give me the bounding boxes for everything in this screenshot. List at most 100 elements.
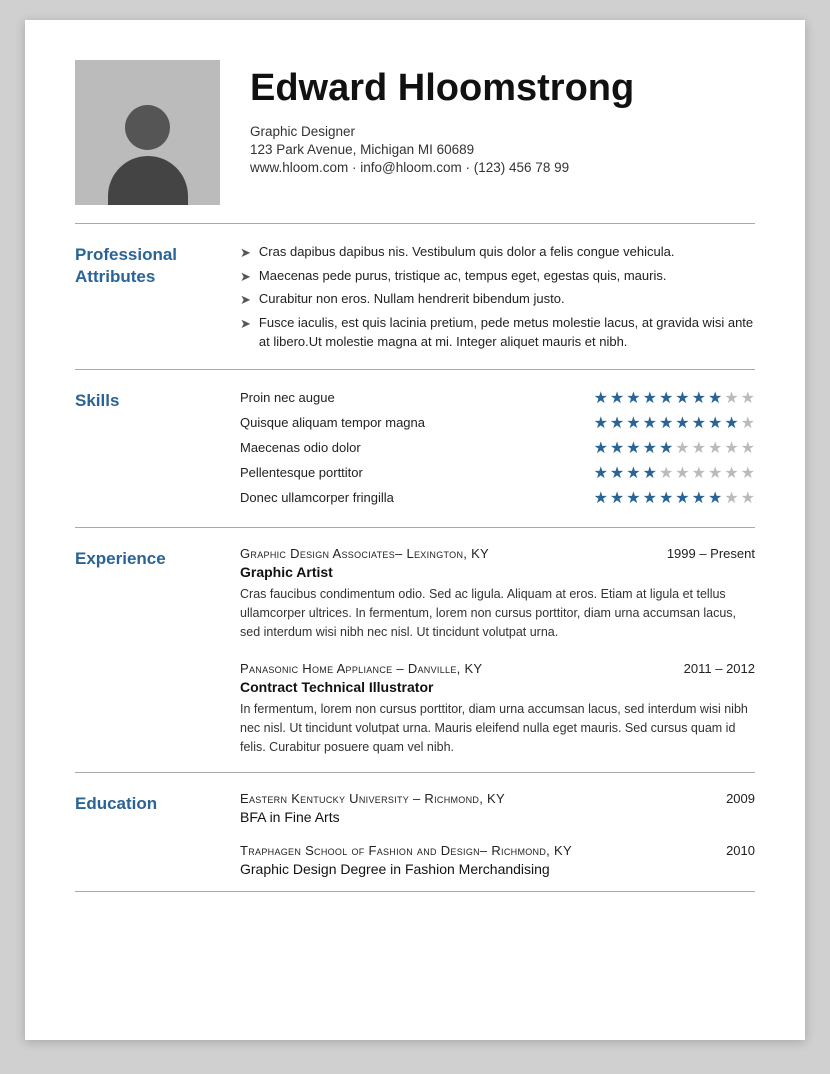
star-empty: ★: [692, 463, 706, 483]
experience-label: Experience: [75, 546, 240, 758]
full-name: Edward Hloomstrong: [250, 68, 755, 110]
star-filled: ★: [594, 438, 608, 458]
star-empty: ★: [741, 388, 755, 408]
star-filled: ★: [708, 413, 722, 433]
edu-degree: Graphic Design Degree in Fashion Merchan…: [240, 861, 755, 877]
attribute-item: ➤Fusce iaculis, est quis lacinia pretium…: [240, 313, 755, 352]
exp-dates: 1999 – Present: [667, 546, 755, 561]
education-entry: Traphagen School of Fashion and Design– …: [240, 843, 755, 877]
skill-row: Donec ullamcorper fringilla★★★★★★★★★★: [240, 488, 755, 508]
star-filled: ★: [643, 488, 657, 508]
star-filled: ★: [659, 413, 673, 433]
star-filled: ★: [594, 488, 608, 508]
star-empty: ★: [692, 438, 706, 458]
star-filled: ★: [643, 388, 657, 408]
arrow-icon: ➤: [240, 243, 251, 263]
professional-label: ProfessionalAttributes: [75, 242, 240, 355]
skill-stars: ★★★★★★★★★★: [594, 488, 755, 508]
star-filled: ★: [610, 388, 624, 408]
star-empty: ★: [675, 438, 689, 458]
star-empty: ★: [741, 413, 755, 433]
star-filled: ★: [643, 438, 657, 458]
education-entry: Eastern Kentucky University – Richmond, …: [240, 791, 755, 825]
attribute-item: ➤ Maecenas pede purus, tristique ac, temp…: [240, 266, 755, 287]
header-section: Edward Hloomstrong Graphic Designer 123 …: [75, 60, 755, 224]
star-empty: ★: [708, 463, 722, 483]
skill-stars: ★★★★★★★★★★: [594, 413, 755, 433]
star-filled: ★: [659, 388, 673, 408]
skill-name: Maecenas odio dolor: [240, 440, 594, 455]
star-filled: ★: [643, 413, 657, 433]
experience-entry: Graphic Design Associates– Lexington, KY…: [240, 546, 755, 643]
skills-label: Skills: [75, 388, 240, 513]
star-empty: ★: [724, 463, 738, 483]
star-empty: ★: [724, 438, 738, 458]
star-empty: ★: [741, 463, 755, 483]
experience-content: Graphic Design Associates– Lexington, KY…: [240, 546, 755, 758]
star-filled: ★: [610, 413, 624, 433]
edu-header: Eastern Kentucky University – Richmond, …: [240, 791, 755, 806]
edu-year: 2009: [726, 791, 755, 806]
education-section: Education Eastern Kentucky University – …: [75, 773, 755, 892]
star-filled: ★: [708, 388, 722, 408]
exp-title: Contract Technical Illustrator: [240, 679, 755, 695]
star-filled: ★: [594, 463, 608, 483]
star-filled: ★: [610, 438, 624, 458]
exp-dates: 2011 – 2012: [684, 661, 755, 676]
star-filled: ★: [643, 463, 657, 483]
star-filled: ★: [675, 388, 689, 408]
star-filled: ★: [659, 488, 673, 508]
avatar-head: [125, 105, 170, 150]
star-filled: ★: [610, 463, 624, 483]
address: 123 Park Avenue, Michigan MI 60689: [250, 142, 755, 157]
attribute-text: Fusce iaculis, est quis lacinia pretium,…: [259, 313, 755, 352]
star-filled: ★: [692, 413, 706, 433]
exp-desc: In fermentum, lorem non cursus porttitor…: [240, 700, 755, 758]
edu-institution: Traphagen School of Fashion and Design– …: [240, 843, 572, 858]
exp-header: Panasonic Home Appliance – Danville, KY …: [240, 661, 755, 676]
skill-stars: ★★★★★★★★★★: [594, 388, 755, 408]
star-filled: ★: [594, 413, 608, 433]
skill-name: Proin nec augue: [240, 390, 594, 405]
skills-content: Proin nec augue★★★★★★★★★★Quisque aliquam…: [240, 388, 755, 513]
exp-title: Graphic Artist: [240, 564, 755, 580]
skill-row: Quisque aliquam tempor magna★★★★★★★★★★: [240, 413, 755, 433]
avatar-figure: [105, 95, 190, 205]
exp-header: Graphic Design Associates– Lexington, KY…: [240, 546, 755, 561]
avatar-body: [108, 156, 188, 205]
attribute-text: Maecenas pede purus, tristique ac, tempu…: [259, 266, 667, 286]
star-filled: ★: [626, 488, 640, 508]
star-filled: ★: [594, 388, 608, 408]
contact-info: www.hloom.com · info@hloom.com · (123) 4…: [250, 160, 755, 175]
star-empty: ★: [724, 488, 738, 508]
star-empty: ★: [675, 463, 689, 483]
skills-table: Proin nec augue★★★★★★★★★★Quisque aliquam…: [240, 388, 755, 508]
attribute-text: Curabitur non eros. Nullam hendrerit bib…: [259, 289, 565, 309]
resume-page: Edward Hloomstrong Graphic Designer 123 …: [25, 20, 805, 1040]
star-empty: ★: [659, 463, 673, 483]
star-filled: ★: [626, 388, 640, 408]
skill-name: Pellentesque porttitor: [240, 465, 594, 480]
skill-row: Proin nec augue★★★★★★★★★★: [240, 388, 755, 408]
star-filled: ★: [708, 488, 722, 508]
skill-stars: ★★★★★★★★★★: [594, 463, 755, 483]
avatar: [75, 60, 220, 205]
edu-header: Traphagen School of Fashion and Design– …: [240, 843, 755, 858]
star-filled: ★: [659, 438, 673, 458]
attribute-item: ➤ Curabitur non eros. Nullam hendrerit bi…: [240, 289, 755, 310]
star-empty: ★: [741, 438, 755, 458]
professional-section: ProfessionalAttributes ➤Cras dapibus dap…: [75, 224, 755, 370]
skill-name: Quisque aliquam tempor magna: [240, 415, 594, 430]
arrow-icon: ➤: [240, 290, 251, 310]
star-filled: ★: [692, 488, 706, 508]
skill-name: Donec ullamcorper fringilla: [240, 490, 594, 505]
arrow-icon: ➤: [240, 267, 251, 287]
star-empty: ★: [708, 438, 722, 458]
job-title: Graphic Designer: [250, 124, 755, 139]
education-label: Education: [75, 791, 240, 877]
skill-stars: ★★★★★★★★★★: [594, 438, 755, 458]
star-filled: ★: [626, 438, 640, 458]
star-filled: ★: [692, 388, 706, 408]
edu-year: 2010: [726, 843, 755, 858]
exp-company: Panasonic Home Appliance – Danville, KY: [240, 661, 482, 676]
